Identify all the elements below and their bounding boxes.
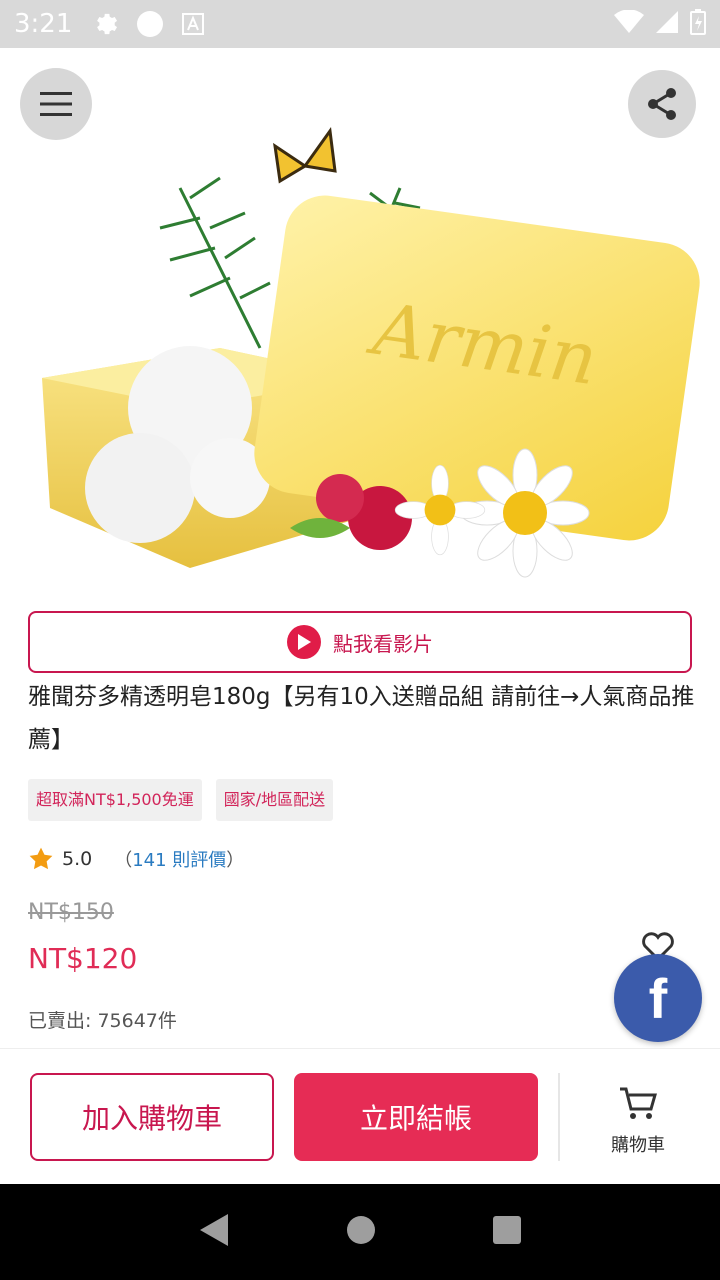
cart-icon: [620, 1087, 657, 1119]
rating-row: 5.0 （141 則評價）: [28, 842, 244, 876]
battery-icon: [690, 9, 706, 39]
status-bar: 3:21: [0, 0, 720, 48]
facebook-icon: f: [648, 966, 668, 1030]
recents-button[interactable]: [492, 1215, 522, 1249]
cart-label: 購物車: [611, 1135, 665, 1156]
product-image[interactable]: Armin: [0, 48, 720, 600]
bottom-action-bar: 加入購物車 立即結帳 購物車: [0, 1048, 720, 1184]
delivery-region-tag[interactable]: 國家/地區配送: [215, 779, 334, 821]
status-time: 3:21: [14, 9, 73, 39]
product-tags: 超取滿NT$1,500免運 國家/地區配送: [28, 779, 334, 821]
signal-icon: [656, 10, 678, 38]
menu-button[interactable]: [20, 68, 92, 140]
reviews-paren-close: ）: [226, 850, 245, 871]
add-to-cart-button[interactable]: 加入購物車: [30, 1073, 274, 1161]
rating-score: 5.0: [62, 848, 93, 870]
settings-icon: [92, 11, 118, 37]
original-price: NT$150: [28, 900, 114, 925]
divider: [558, 1073, 560, 1161]
play-icon: [287, 625, 321, 659]
sold-count: 已賣出: 75647件: [28, 1010, 177, 1032]
home-button[interactable]: [346, 1215, 376, 1249]
share-icon: [648, 88, 676, 120]
share-button[interactable]: [628, 70, 696, 138]
watch-video-label: 點我看影片: [333, 631, 433, 656]
wifi-icon: [614, 9, 644, 38]
free-shipping-tag[interactable]: 超取滿NT$1,500免運: [28, 779, 202, 821]
reviews-count: 141 則評價: [132, 850, 227, 871]
system-nav-bar: [0, 1184, 720, 1280]
cart-button[interactable]: 購物車: [596, 1085, 680, 1157]
sale-price: NT$120: [28, 942, 138, 975]
soap-illustration: Armin: [42, 127, 700, 578]
home-icon: [347, 1216, 375, 1244]
hamburger-icon: [40, 92, 72, 116]
product-title: 雅聞芬多精透明皂180g【另有10入送贈品組 請前往→人氣商品推薦】: [28, 684, 695, 753]
facebook-button[interactable]: f: [614, 954, 702, 1042]
recents-icon: [493, 1216, 521, 1244]
watch-video-button[interactable]: 點我看影片: [28, 611, 692, 673]
star-icon: [29, 847, 53, 870]
font-icon: [182, 13, 205, 35]
back-button[interactable]: [198, 1213, 230, 1251]
checkout-button[interactable]: 立即結帳: [294, 1073, 538, 1161]
back-icon: [200, 1214, 228, 1246]
circle-icon: [136, 10, 164, 38]
reviews-paren-open: （: [114, 850, 133, 871]
reviews-link[interactable]: （141 則評價）: [114, 846, 244, 872]
